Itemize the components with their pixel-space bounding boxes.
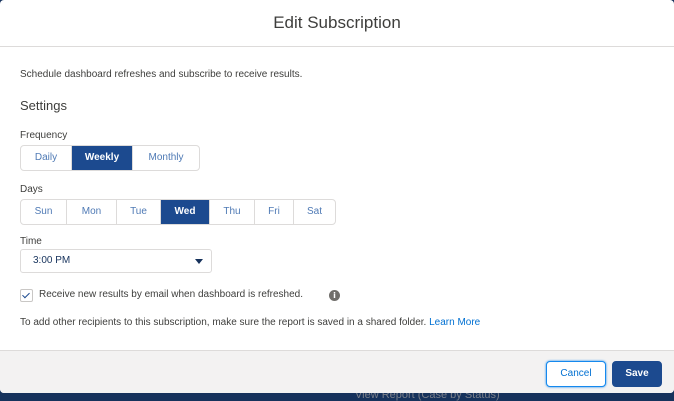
day-tue[interactable]: Tue (117, 200, 161, 224)
recipients-footnote: To add other recipients to this subscrip… (20, 317, 480, 328)
save-button[interactable]: Save (612, 361, 662, 387)
modal-title: Edit Subscription (273, 13, 401, 32)
day-fri[interactable]: Fri (255, 200, 294, 224)
modal-footer: Cancel Save (0, 350, 674, 393)
day-wed[interactable]: Wed (161, 200, 210, 224)
day-mon[interactable]: Mon (67, 200, 117, 224)
time-label: Time (20, 236, 42, 247)
days-button-group: Sun Mon Tue Wed Thu Fri Sat (20, 199, 336, 225)
edit-subscription-modal: Edit Subscription Schedule dashboard ref… (0, 0, 674, 393)
email-results-label: Receive new results by email when dashbo… (39, 289, 304, 300)
settings-heading: Settings (20, 98, 67, 113)
modal-body: Schedule dashboard refreshes and subscri… (0, 47, 674, 349)
day-sun[interactable]: Sun (21, 200, 67, 224)
email-results-checkbox[interactable] (20, 289, 33, 302)
frequency-daily[interactable]: Daily (21, 146, 72, 170)
footnote-text: To add other recipients to this subscrip… (20, 317, 427, 328)
learn-more-link[interactable]: Learn More (429, 317, 480, 328)
time-select-value: 3:00 PM (33, 255, 71, 266)
intro-text: Schedule dashboard refreshes and subscri… (20, 69, 303, 80)
checkmark-icon (22, 290, 30, 299)
frequency-weekly[interactable]: Weekly (72, 146, 133, 170)
frequency-monthly[interactable]: Monthly (133, 146, 199, 170)
day-thu[interactable]: Thu (210, 200, 255, 224)
day-sat[interactable]: Sat (294, 200, 335, 224)
cancel-button[interactable]: Cancel (546, 361, 606, 387)
frequency-button-group: Daily Weekly Monthly (20, 145, 200, 171)
frequency-label: Frequency (20, 130, 68, 141)
chevron-down-icon (195, 259, 203, 264)
info-icon[interactable]: i (329, 290, 340, 301)
modal-header: Edit Subscription (0, 0, 674, 47)
days-label: Days (20, 184, 43, 195)
time-select[interactable]: 3:00 PM (20, 249, 212, 273)
